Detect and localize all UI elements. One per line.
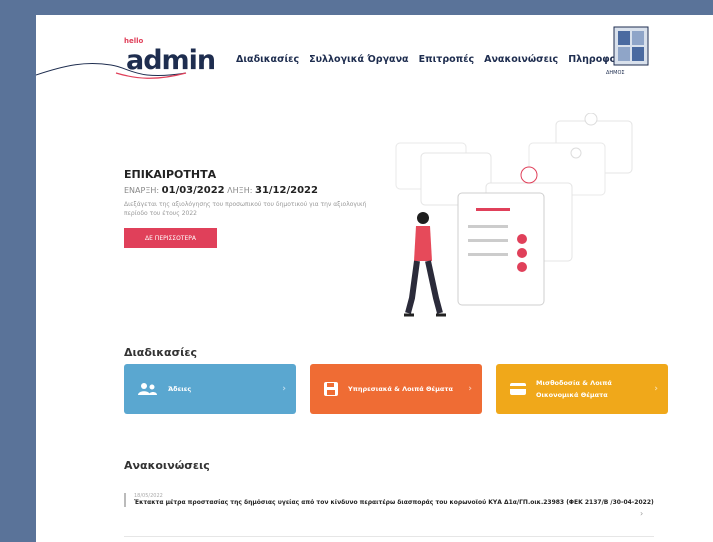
nav-item-committees[interactable]: Επιτροπές (419, 54, 475, 65)
crest-label: ΔΗΜΟΣ (606, 70, 625, 76)
floppy-icon (324, 382, 338, 396)
municipality-crest-icon (613, 26, 649, 66)
end-date: 31/12/2022 (254, 185, 318, 196)
procedures-cards: Άδειες › Υπηρεσιακά & Λοιπά Θέματα › Μισ… (124, 364, 668, 414)
start-date: 01/03/2022 (161, 185, 225, 196)
nav-item-collective-bodies[interactable]: Συλλογικά Όργανα (309, 54, 408, 65)
main-nav: Διαδικασίες Συλλογικά Όργανα Επιτροπές Α… (236, 54, 638, 65)
announcement-item[interactable]: 18/05/2022 Έκτακτα μέτρα προστασίας της … (124, 493, 664, 507)
announcement-text: Έκτακτα μέτρα προστασίας της δημόσιας υγ… (134, 499, 654, 506)
card-icon (510, 383, 526, 395)
hero-description: Διεξάγεται της αξιολόγησης του προσωπικο… (124, 201, 367, 217)
users-icon (138, 382, 158, 396)
end-label: ΛΗΞΗ: (227, 186, 253, 195)
nav-item-procedures[interactable]: Διαδικασίες (236, 54, 299, 65)
page: hello admin Διαδικασίες Συλλογικά Όργανα… (36, 15, 713, 542)
logo-tagline: hello (124, 37, 144, 45)
card-leaves[interactable]: Άδειες › (124, 364, 296, 414)
card-service-matters-label: Υπηρεσιακά & Λοιπά Θέματα (348, 385, 453, 393)
card-payroll[interactable]: Μισθοδοσία & Λοιπά Οικονομικά Θέματα › (496, 364, 668, 414)
start-label: ΕΝΑΡΞΗ: (124, 186, 160, 195)
read-more-button[interactable]: ΔΕ ΠΕΡΙΣΣΟΤΕΡΑ (124, 228, 217, 248)
hero-illustration (395, 113, 633, 317)
chevron-right-icon[interactable]: › (640, 509, 643, 518)
chevron-right-icon: › (654, 384, 658, 394)
announcements-title: Ανακοινώσεις (124, 459, 210, 472)
divider (124, 536, 654, 537)
card-service-matters[interactable]: Υπηρεσιακά & Λοιπά Θέματα › (310, 364, 482, 414)
procedures-title: Διαδικασίες (124, 346, 198, 359)
header: hello admin Διαδικασίες Συλλογικά Όργανα… (36, 15, 713, 93)
logo[interactable]: admin (126, 45, 216, 76)
chevron-right-icon: › (468, 384, 472, 394)
hero-dates: ΕΝΑΡΞΗ: 01/03/2022 ΛΗΞΗ: 31/12/2022 (124, 185, 318, 196)
card-leaves-label: Άδειες (168, 385, 192, 393)
card-payroll-label: Μισθοδοσία & Λοιπά Οικονομικά Θέματα (536, 379, 612, 399)
nav-item-announcements[interactable]: Ανακοινώσεις (484, 54, 558, 65)
hero-title: ΕΠΙΚΑΙΡΟΤΗΤΑ (124, 168, 217, 181)
chevron-right-icon: › (282, 384, 286, 394)
